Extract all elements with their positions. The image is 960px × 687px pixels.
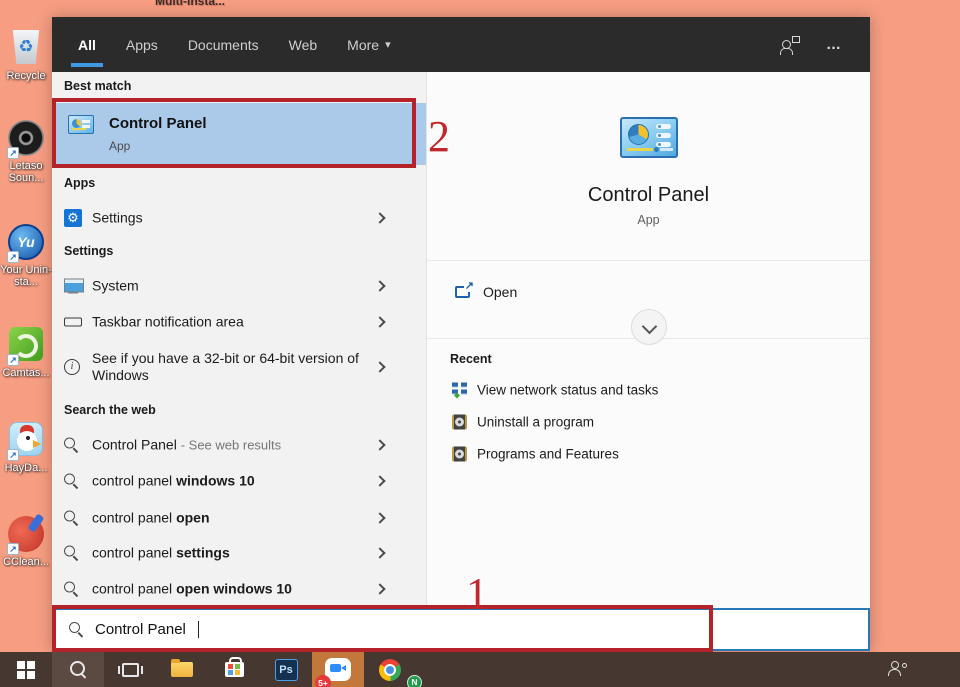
apps-section-header: Apps bbox=[64, 176, 95, 190]
desktop-icon-camtasia[interactable]: ↗ Camtas... bbox=[0, 327, 52, 379]
annotation-number-2: 2 bbox=[428, 115, 450, 159]
result-system[interactable]: System bbox=[52, 270, 426, 302]
store-bag-icon bbox=[225, 662, 244, 677]
recycle-bin-icon: ♻ bbox=[11, 30, 41, 64]
annotation-rect-step2 bbox=[52, 98, 416, 168]
result-taskbar-notification-area[interactable]: Taskbar notification area bbox=[52, 306, 426, 338]
tab-web[interactable]: Web bbox=[289, 17, 318, 72]
people-icon[interactable] bbox=[888, 661, 908, 678]
desktop-icon-label: Letaso Soun... bbox=[0, 160, 52, 184]
chrome-extension-badge: N bbox=[407, 675, 422, 687]
search-icon bbox=[64, 511, 79, 526]
taskbar: Ps 5+ N bbox=[0, 652, 960, 687]
app-subtitle: App bbox=[427, 213, 870, 227]
desktop-icon-label: CClean... bbox=[0, 556, 52, 568]
desktop-icon-label: HayDa... bbox=[0, 462, 52, 474]
taskbar-rect-icon bbox=[64, 318, 82, 327]
notification-badge: 5+ bbox=[315, 675, 331, 687]
chevron-right-icon[interactable] bbox=[374, 439, 385, 450]
search-icon bbox=[70, 661, 87, 678]
chevron-down-icon: ▾ bbox=[385, 38, 391, 51]
launch-icon: ↗ bbox=[455, 286, 470, 298]
chevron-right-icon[interactable] bbox=[374, 316, 385, 327]
desktop-icon-letasoft-sound-booster[interactable]: ↗ Letaso Soun... bbox=[0, 120, 52, 184]
tab-all[interactable]: All bbox=[78, 17, 96, 72]
more-options-icon[interactable]: … bbox=[826, 36, 842, 53]
tab-documents[interactable]: Documents bbox=[188, 17, 259, 72]
chevron-right-icon[interactable] bbox=[374, 475, 385, 486]
shortcut-arrow-icon: ↗ bbox=[7, 251, 19, 263]
control-panel-icon-large bbox=[620, 117, 678, 158]
windows-logo-icon bbox=[17, 661, 35, 679]
desktop-icon-recycle-bin[interactable]: ♻ Recycle bbox=[0, 30, 52, 82]
search-the-web-header: Search the web bbox=[64, 403, 156, 417]
tab-more[interactable]: More ▾ bbox=[347, 17, 390, 72]
recent-item-programs-features[interactable]: Programs and Features bbox=[427, 441, 870, 467]
chevron-right-icon[interactable] bbox=[374, 547, 385, 558]
chevron-right-icon[interactable] bbox=[374, 280, 385, 291]
divider bbox=[427, 260, 870, 261]
system-monitor-icon bbox=[64, 279, 82, 294]
recent-item-network-status[interactable]: View network status and tasks bbox=[427, 377, 870, 403]
desktop-icon-label: Recycle bbox=[0, 70, 52, 82]
shortcut-arrow-icon: ↗ bbox=[7, 147, 19, 159]
desktop-icon-label: Your Unin-sta... bbox=[0, 264, 52, 288]
chrome-button[interactable]: N bbox=[364, 652, 416, 687]
open-action[interactable]: ↗ Open bbox=[455, 277, 517, 307]
web-suggestion[interactable]: control panel windows 10 bbox=[52, 465, 426, 497]
desktop-icon-label: Camtas... bbox=[0, 367, 52, 379]
annotation-rect-step1 bbox=[52, 605, 713, 652]
chrome-icon bbox=[379, 659, 401, 681]
shortcut-arrow-icon: ↗ bbox=[7, 449, 19, 461]
file-explorer-button[interactable] bbox=[156, 652, 208, 687]
shortcut-arrow-icon: ↗ bbox=[7, 354, 19, 366]
search-icon bbox=[64, 582, 79, 597]
disc-icon bbox=[452, 447, 467, 462]
web-suggestion[interactable]: control panel open bbox=[52, 502, 426, 534]
app-title: Control Panel bbox=[427, 184, 870, 207]
recent-header: Recent bbox=[450, 352, 492, 366]
chevron-right-icon[interactable] bbox=[374, 361, 385, 372]
desktop-icon-your-uninstaller[interactable]: Yu ↗ Your Unin-sta... bbox=[0, 224, 52, 288]
result-settings[interactable]: ⚙ Settings bbox=[52, 202, 426, 234]
search-flyout-window: All Apps Documents Web More ▾ … Best mat… bbox=[52, 17, 870, 651]
web-suggestion[interactable]: Control Panel - See web results bbox=[52, 429, 426, 461]
search-header: All Apps Documents Web More ▾ … bbox=[52, 17, 870, 72]
web-suggestion[interactable]: control panel settings bbox=[52, 537, 426, 569]
detail-pane: Control Panel App ↗ Open Recent View net… bbox=[426, 72, 870, 608]
tab-apps[interactable]: Apps bbox=[126, 17, 158, 72]
disc-icon bbox=[452, 415, 467, 430]
recent-item-uninstall-program[interactable]: Uninstall a program bbox=[427, 409, 870, 435]
screen: Multi-Insta... ♻ Recycle ↗ Letaso Soun..… bbox=[0, 0, 960, 687]
microsoft-store-button[interactable] bbox=[208, 652, 260, 687]
zoom-button[interactable]: 5+ bbox=[312, 652, 364, 687]
search-icon bbox=[64, 474, 79, 489]
chevron-right-icon[interactable] bbox=[374, 583, 385, 594]
photoshop-icon: Ps bbox=[275, 659, 298, 681]
settings-gear-icon: ⚙ bbox=[64, 209, 82, 227]
shortcut-arrow-icon: ↗ bbox=[7, 543, 19, 555]
info-icon: i bbox=[64, 359, 80, 375]
expand-chevron-button[interactable] bbox=[631, 309, 667, 345]
start-button[interactable] bbox=[0, 652, 52, 687]
result-bit-version[interactable]: i See if you have a 32-bit or 64-bit ver… bbox=[52, 344, 426, 390]
task-view-button[interactable] bbox=[104, 652, 156, 687]
desktop-icon-ccleaner[interactable]: ↗ CClean... bbox=[0, 516, 52, 568]
photoshop-button[interactable]: Ps bbox=[260, 652, 312, 687]
best-match-header: Best match bbox=[64, 79, 131, 93]
annotation-number-1: 1 bbox=[466, 572, 488, 616]
folder-icon bbox=[171, 662, 193, 677]
feedback-icon[interactable] bbox=[780, 36, 800, 53]
search-icon bbox=[64, 546, 79, 561]
search-icon bbox=[64, 438, 79, 453]
settings-section-header: Settings bbox=[64, 244, 113, 258]
taskbar-search-button[interactable] bbox=[52, 652, 104, 687]
task-view-icon bbox=[122, 663, 139, 677]
desktop-icon-hayday[interactable]: ↗ HayDa... bbox=[0, 422, 52, 474]
web-suggestion[interactable]: control panel open windows 10 bbox=[52, 573, 426, 605]
chevron-right-icon[interactable] bbox=[374, 212, 385, 223]
network-icon bbox=[452, 383, 468, 398]
chevron-right-icon[interactable] bbox=[374, 512, 385, 523]
desktop-icon-label-multi-instan: Multi-Insta... bbox=[155, 0, 225, 8]
